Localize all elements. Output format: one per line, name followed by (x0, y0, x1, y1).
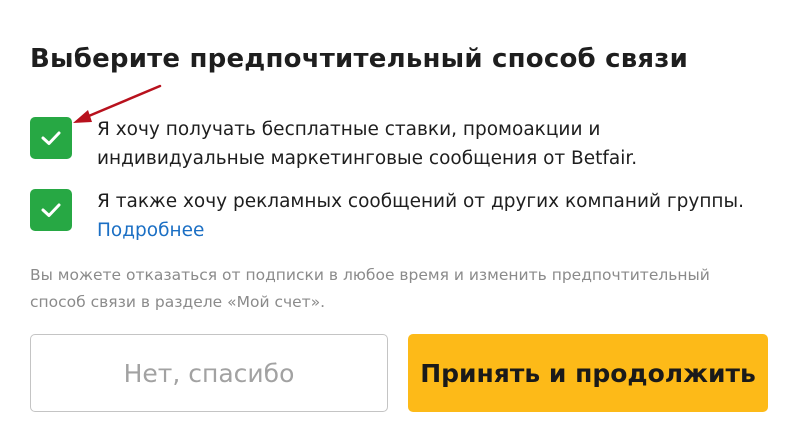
checkmark-icon (41, 203, 61, 217)
option-label-line: Я хочу получать бесплатные ставки, промо… (97, 119, 601, 140)
checkbox-marketing-group[interactable] (30, 189, 72, 231)
option-label-line: индивидуальные маркетинговые сообщения о… (97, 148, 638, 169)
decline-button[interactable]: Нет, спасибо (30, 334, 388, 412)
option-label: Я хочу получать бесплатные ставки, промо… (97, 115, 637, 173)
page-title: Выберите предпочтительный способ связи (30, 44, 689, 74)
disclaimer-line: способ связи в разделе «Мой счет». (30, 293, 326, 311)
unsubscribe-disclaimer: Вы можете отказаться от подписки в любое… (30, 262, 710, 316)
disclaimer-line: Вы можете отказаться от подписки в любое… (30, 266, 710, 284)
option-label: Я также хочу рекламных сообщений от друг… (97, 187, 744, 245)
more-info-link[interactable]: Подробнее (97, 216, 744, 245)
checkmark-icon (41, 131, 61, 145)
checkbox-marketing-betfair[interactable] (30, 117, 72, 159)
option-label-line: Я также хочу рекламных сообщений от друг… (97, 191, 744, 212)
accept-continue-button[interactable]: Принять и продолжить (408, 334, 768, 412)
